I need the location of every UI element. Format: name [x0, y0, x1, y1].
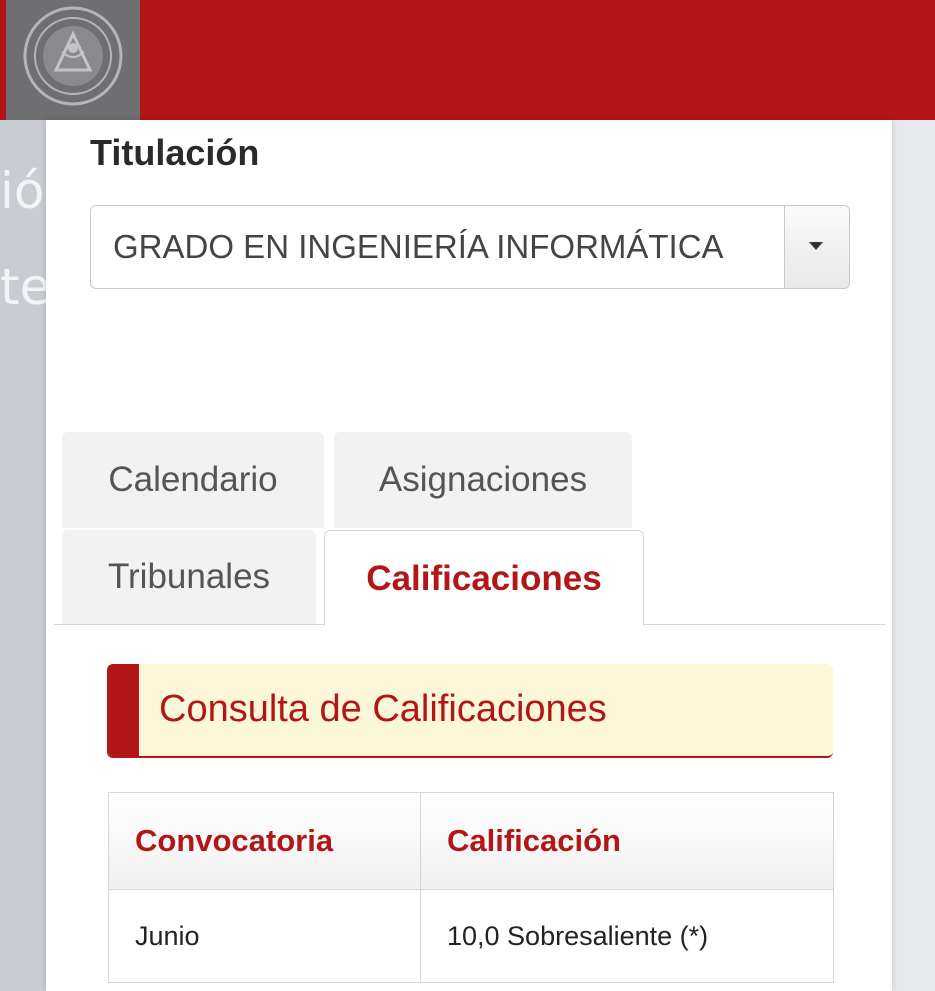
tab-label: Calendario	[108, 460, 278, 499]
background-ghost-text: ió	[0, 162, 45, 220]
tab-calendario[interactable]: Calendario	[62, 432, 324, 528]
column-header-convocatoria[interactable]: Convocatoria	[109, 793, 421, 889]
titulacion-select-value: GRADO EN INGENIERÍA INFORMÁTICA	[113, 228, 724, 265]
background-right-edge	[892, 120, 935, 991]
column-header-calificacion[interactable]: Calificación	[421, 793, 831, 889]
tab-tribunales[interactable]: Tribunales	[62, 530, 316, 624]
tab-label: Calificaciones	[366, 558, 602, 598]
section-header: Consulta de Calificaciones	[107, 664, 833, 758]
tab-label: Asignaciones	[378, 460, 588, 499]
cell-convocatoria: Junio	[109, 890, 421, 982]
tab-label: Tribunales	[107, 557, 271, 596]
select-dropdown-button[interactable]	[784, 206, 849, 288]
cell-calificacion: 10,0 Sobresaliente (*)	[447, 920, 709, 951]
section-title: Consulta de Calificaciones	[159, 688, 607, 730]
tab-asignaciones[interactable]: Asignaciones	[334, 432, 632, 528]
tab-calificaciones[interactable]: Calificaciones	[324, 530, 644, 626]
caret-down-icon	[809, 242, 823, 250]
university-logo[interactable]	[6, 0, 140, 120]
university-seal-icon	[23, 6, 123, 106]
titulacion-select[interactable]: GRADO EN INGENIERÍA INFORMÁTICA	[90, 205, 850, 289]
table-row: Junio 10,0 Sobresaliente (*)	[109, 890, 833, 982]
top-header-bar	[0, 0, 935, 120]
titulacion-label: Titulación	[90, 132, 260, 173]
grades-table: Convocatoria Calificación Junio 10,0 Sob…	[108, 792, 834, 983]
background-left-edge	[0, 120, 46, 991]
background-ghost-text: te	[0, 258, 51, 316]
degree-panel: Titulación GRADO EN INGENIERÍA INFORMÁTI…	[46, 120, 892, 991]
table-header-row: Convocatoria Calificación	[109, 793, 833, 890]
section-accent-bar	[107, 664, 139, 756]
